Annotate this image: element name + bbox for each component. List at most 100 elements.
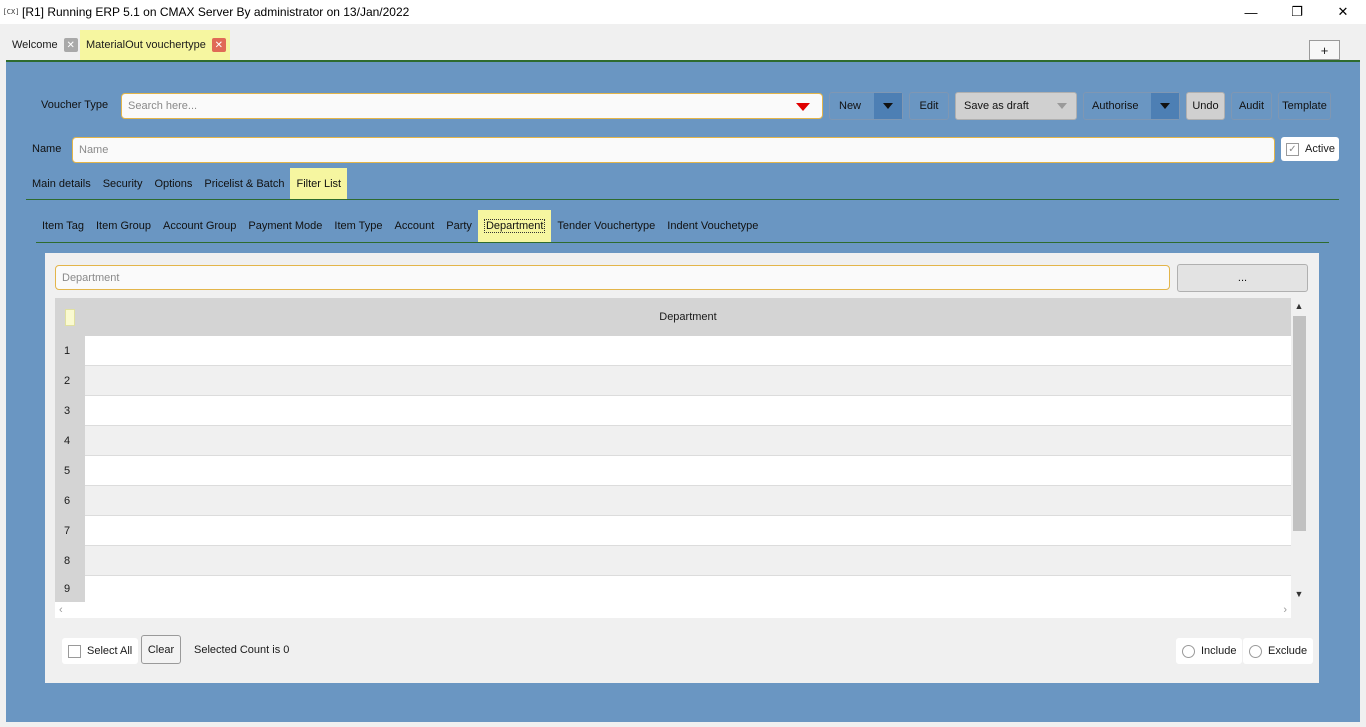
- department-placeholder: Department: [62, 271, 120, 284]
- tab-item-tag[interactable]: Item Tag: [36, 210, 90, 242]
- table-row[interactable]: 2: [55, 366, 1291, 396]
- grid-header: Department: [55, 298, 1291, 336]
- vertical-scrollbar[interactable]: ▲ ▼: [1291, 298, 1307, 604]
- tab-account[interactable]: Account: [389, 210, 441, 242]
- radio-icon[interactable]: [1182, 644, 1195, 658]
- close-icon[interactable]: ✕: [1320, 0, 1366, 24]
- department-cell[interactable]: [85, 456, 1291, 485]
- chevron-down-icon[interactable]: [874, 93, 902, 119]
- minimize-icon[interactable]: —: [1228, 0, 1274, 24]
- table-row[interactable]: 3: [55, 396, 1291, 426]
- name-input[interactable]: Name: [72, 137, 1275, 163]
- tab-security[interactable]: Security: [97, 168, 149, 200]
- radio-icon[interactable]: [1249, 644, 1262, 658]
- table-row[interactable]: 9: [55, 576, 1291, 602]
- document-tab-strip: Welcome ✕ MaterialOut vouchertype ✕: [0, 24, 1366, 61]
- undo-button[interactable]: Undo: [1186, 92, 1225, 120]
- tab-welcome[interactable]: Welcome ✕: [6, 30, 82, 60]
- filter-tabs-divider: [36, 242, 1329, 243]
- department-cell[interactable]: [85, 516, 1291, 545]
- voucher-type-label: Voucher Type: [41, 99, 109, 111]
- department-cell[interactable]: [85, 426, 1291, 455]
- tab-close-icon[interactable]: ✕: [211, 38, 226, 52]
- filter-panel: Department ... Department 1 2 3 4 5 6 7 …: [45, 253, 1319, 683]
- active-checkbox[interactable]: ✓ Active: [1281, 137, 1339, 161]
- department-cell[interactable]: [85, 546, 1291, 575]
- tab-payment-mode[interactable]: Payment Mode: [242, 210, 328, 242]
- tab-close-icon[interactable]: ✕: [63, 38, 78, 52]
- department-cell[interactable]: [85, 576, 1291, 602]
- department-cell[interactable]: [85, 396, 1291, 425]
- row-number: 6: [55, 486, 85, 516]
- row-number: 3: [55, 396, 85, 426]
- scroll-right-icon[interactable]: ›: [1283, 604, 1287, 616]
- filter-tabs: Item Tag Item Group Account Group Paymen…: [36, 210, 764, 242]
- main-tabs: Main details Security Options Pricelist …: [26, 168, 348, 200]
- table-row[interactable]: 1: [55, 336, 1291, 366]
- row-number: 9: [55, 576, 85, 602]
- window-controls: — ❐ ✕: [1228, 0, 1366, 24]
- checkmark-icon[interactable]: ✓: [1286, 142, 1299, 156]
- row-number: 8: [55, 546, 85, 576]
- scroll-up-icon[interactable]: ▲: [1291, 298, 1307, 314]
- chevron-down-icon[interactable]: [1048, 93, 1076, 119]
- department-filter-input[interactable]: Department: [55, 265, 1170, 290]
- table-row[interactable]: 5: [55, 456, 1291, 486]
- chevron-down-icon[interactable]: [1151, 93, 1179, 119]
- clear-button[interactable]: Clear: [141, 635, 181, 664]
- select-all-checkbox[interactable]: Select All: [62, 638, 139, 664]
- edit-button[interactable]: Edit: [909, 92, 949, 120]
- name-label: Name: [32, 143, 62, 155]
- tab-account-group[interactable]: Account Group: [157, 210, 242, 242]
- table-row[interactable]: 4: [55, 426, 1291, 456]
- tab-department[interactable]: Department: [477, 210, 552, 242]
- department-cell[interactable]: [85, 366, 1291, 395]
- table-row[interactable]: 6: [55, 486, 1291, 516]
- authorise-button[interactable]: Authorise: [1083, 92, 1180, 120]
- tab-main-details[interactable]: Main details: [26, 168, 97, 200]
- template-button[interactable]: Template: [1278, 92, 1331, 120]
- select-all-rows-cell[interactable]: [65, 309, 75, 326]
- tab-options[interactable]: Options: [148, 168, 198, 200]
- tab-item-type[interactable]: Item Type: [328, 210, 388, 242]
- new-button[interactable]: New: [829, 92, 903, 120]
- tab-party[interactable]: Party: [440, 210, 478, 242]
- tab-pricelist-batch[interactable]: Pricelist & Batch: [198, 168, 290, 200]
- main-tabs-divider: [26, 199, 1339, 200]
- new-button-label: New: [839, 100, 862, 112]
- audit-button[interactable]: Audit: [1231, 92, 1272, 120]
- include-radio[interactable]: Include: [1176, 638, 1243, 664]
- checkbox-icon[interactable]: [68, 644, 81, 658]
- browse-button[interactable]: ...: [1177, 264, 1308, 292]
- department-grid: Department 1 2 3 4 5 6 7 8 9 ▲ ▼ ‹ ›: [55, 298, 1307, 620]
- row-number: 2: [55, 366, 85, 396]
- window-title: [R1] Running ERP 5.1 on CMAX Server By a…: [22, 5, 410, 19]
- tab-materialout-vouchertype[interactable]: MaterialOut vouchertype ✕: [80, 30, 230, 60]
- dropdown-arrow-icon[interactable]: [796, 103, 810, 111]
- tab-filter-list[interactable]: Filter List: [290, 168, 348, 200]
- row-number: 5: [55, 456, 85, 486]
- voucher-type-search-input[interactable]: Search here...: [121, 93, 823, 119]
- active-label: Active: [1305, 143, 1335, 155]
- column-header-department[interactable]: Department: [85, 298, 1291, 336]
- scrollbar-thumb[interactable]: [1293, 316, 1306, 531]
- save-as-draft-label: Save as draft: [964, 100, 1029, 112]
- save-as-draft-button[interactable]: Save as draft: [955, 92, 1077, 120]
- add-tab-button[interactable]: +: [1309, 40, 1340, 60]
- table-row[interactable]: 7: [55, 516, 1291, 546]
- department-cell[interactable]: [85, 486, 1291, 515]
- department-cell[interactable]: [85, 336, 1291, 365]
- restore-icon[interactable]: ❐: [1274, 0, 1320, 24]
- title-bar: [CX] [R1] Running ERP 5.1 on CMAX Server…: [0, 0, 1366, 24]
- exclude-radio[interactable]: Exclude: [1243, 638, 1314, 664]
- tab-item-group[interactable]: Item Group: [90, 210, 157, 242]
- name-placeholder: Name: [79, 144, 109, 156]
- table-row[interactable]: 8: [55, 546, 1291, 576]
- app-icon: [CX]: [2, 8, 20, 16]
- scroll-down-icon[interactable]: ▼: [1291, 586, 1307, 602]
- tab-indent-vouchetype[interactable]: Indent Vouchetype: [661, 210, 764, 242]
- search-placeholder: Search here...: [128, 100, 198, 112]
- tab-tender-vouchertype[interactable]: Tender Vouchertype: [551, 210, 661, 242]
- scroll-left-icon[interactable]: ‹: [59, 604, 63, 616]
- horizontal-scrollbar[interactable]: ‹ ›: [55, 602, 1291, 618]
